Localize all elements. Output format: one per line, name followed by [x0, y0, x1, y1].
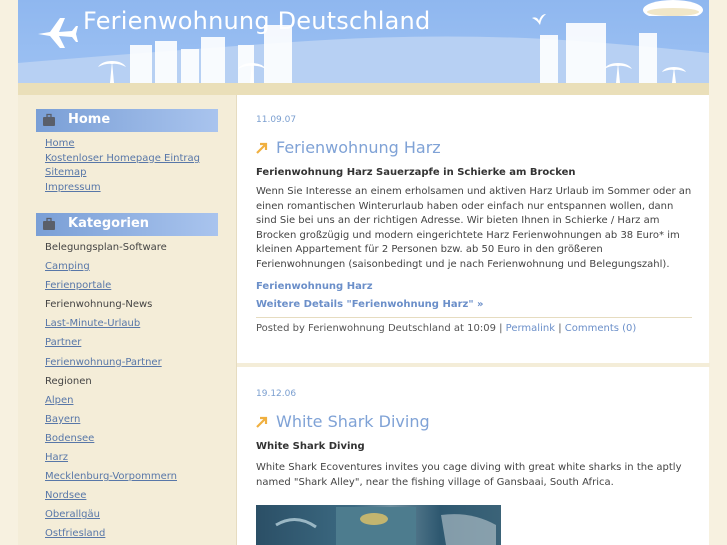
bird-icon [532, 14, 546, 25]
post-title-text[interactable]: White Shark Diving [276, 412, 430, 431]
sidebar-item-sitemap[interactable]: Sitemap [45, 166, 200, 181]
briefcase-icon [43, 217, 55, 230]
beach-strip [18, 83, 709, 95]
category-link[interactable]: Mecklenburg-Vorpommern [45, 471, 177, 482]
category-link[interactable]: Oberallgäu [45, 509, 100, 520]
sidebar-heading-home: Home [36, 109, 218, 132]
footer-divider: | [558, 322, 562, 334]
post-body: Wenn Sie Interesse an einem erholsamen u… [256, 186, 692, 270]
category-label: Regionen [45, 375, 92, 387]
sidebar-item-category[interactable]: Last-Minute-Urlaub [45, 314, 177, 333]
category-link[interactable]: Bodensee [45, 433, 94, 444]
cloud-icon [643, 0, 703, 16]
category-link[interactable]: Alpen [45, 395, 73, 406]
post-date: 19.12.06 [256, 389, 297, 399]
sidebar: Home Home Kostenloser Homepage Eintrag S… [18, 95, 236, 545]
sidebar-item-category[interactable]: Ferienwohnung-Partner [45, 353, 177, 372]
sidebar-link[interactable]: Kostenloser Homepage Eintrag [45, 153, 200, 164]
category-link[interactable]: Bayern [45, 414, 80, 425]
category-link[interactable]: Ferienportale [45, 280, 111, 291]
briefcase-icon [43, 113, 55, 126]
sidebar-item-category[interactable]: Mecklenburg-Vorpommern [45, 467, 177, 486]
sidebar-item-category[interactable]: Partner [45, 333, 177, 352]
post-link[interactable]: Ferienwohnung Harz [256, 281, 692, 292]
sidebar-item-category[interactable]: Nordsee [45, 486, 177, 505]
sidebar-item-impressum[interactable]: Impressum [45, 181, 200, 196]
arrow-icon [256, 142, 268, 154]
page: Ferienwohnung Deutschland Home Home Kost… [18, 0, 710, 545]
sidebar-item-category: Ferienwohnung-News [45, 295, 177, 314]
category-label: Ferienwohnung-News [45, 299, 153, 311]
sidebar-item-category[interactable]: Oberallgäu [45, 505, 177, 524]
post-title[interactable]: Ferienwohnung Harz [256, 138, 692, 158]
sidebar-item-category: Regionen [45, 372, 177, 391]
sidebar-item-category[interactable]: Ferienportale [45, 276, 177, 295]
post-body: White Shark Ecoventures invites you cage… [256, 462, 682, 488]
sidebar-heading-kategorien: Kategorien [36, 213, 218, 236]
sidebar-item-category[interactable]: Bodensee [45, 429, 177, 448]
comments-link[interactable]: Comments (0) [565, 323, 637, 334]
post-footer-text: Posted by Ferienwohnung Deutschland at 1… [256, 322, 503, 334]
post-title[interactable]: White Shark Diving [256, 412, 692, 432]
home-links-list: Home Kostenloser Homepage Eintrag Sitema… [45, 137, 200, 195]
post: 11.09.07 Ferienwohnung Harz Ferienwohnun… [256, 115, 692, 334]
sidebar-item-category[interactable]: Camping [45, 257, 177, 276]
category-link[interactable]: Nordsee [45, 490, 86, 501]
sidebar-item-home[interactable]: Home [45, 137, 200, 152]
category-link[interactable]: Ostfriesland [45, 528, 105, 539]
airplane-icon [38, 18, 78, 48]
category-label: Belegungsplan-Software [45, 242, 167, 253]
sidebar-item-category[interactable]: Harz [45, 448, 177, 467]
category-link[interactable]: Last-Minute-Urlaub [45, 318, 140, 329]
arrow-icon [256, 416, 268, 428]
sidebar-link[interactable]: Impressum [45, 182, 101, 193]
category-link[interactable]: Camping [45, 261, 90, 272]
sidebar-heading-kategorien-label: Kategorien [68, 216, 150, 231]
sidebar-heading-home-label: Home [68, 112, 111, 127]
post-subheading: Ferienwohnung Harz Sauerzapfe in Schierk… [256, 167, 576, 178]
category-link[interactable]: Harz [45, 452, 68, 463]
post-subheading: White Shark Diving [256, 441, 365, 452]
sidebar-item-homepage-eintrag[interactable]: Kostenloser Homepage Eintrag [45, 152, 200, 167]
shark-image-art [275, 507, 496, 545]
post-footer: Posted by Ferienwohnung Deutschland at 1… [256, 316, 692, 334]
post: 19.12.06 White Shark Diving White Shark … [256, 389, 692, 545]
sidebar-link[interactable]: Home [45, 138, 75, 149]
categories-list: Belegungsplan-Software Camping Ferienporta… [45, 238, 177, 544]
sidebar-item-category: Belegungsplan-Software [45, 238, 177, 257]
site-title[interactable]: Ferienwohnung Deutschland [83, 7, 430, 35]
post-more-link[interactable]: Weitere Details "Ferienwohnung Harz" » [256, 299, 692, 310]
post-separator [237, 363, 710, 367]
sidebar-item-category[interactable]: Ostfriesland [45, 524, 177, 543]
main-content: 11.09.07 Ferienwohnung Harz Ferienwohnun… [236, 95, 710, 545]
category-link[interactable]: Ferienwohnung-Partner [45, 357, 162, 368]
shark-diving-image[interactable] [256, 505, 501, 545]
permalink-link[interactable]: Permalink [506, 323, 555, 334]
post-title-text[interactable]: Ferienwohnung Harz [276, 138, 441, 157]
category-link[interactable]: Partner [45, 337, 81, 348]
sidebar-item-category[interactable]: Alpen [45, 391, 177, 410]
site-header: Ferienwohnung Deutschland [18, 0, 709, 95]
post-date: 11.09.07 [256, 115, 297, 125]
sidebar-item-category[interactable]: Bayern [45, 410, 177, 429]
sidebar-link[interactable]: Sitemap [45, 167, 86, 178]
